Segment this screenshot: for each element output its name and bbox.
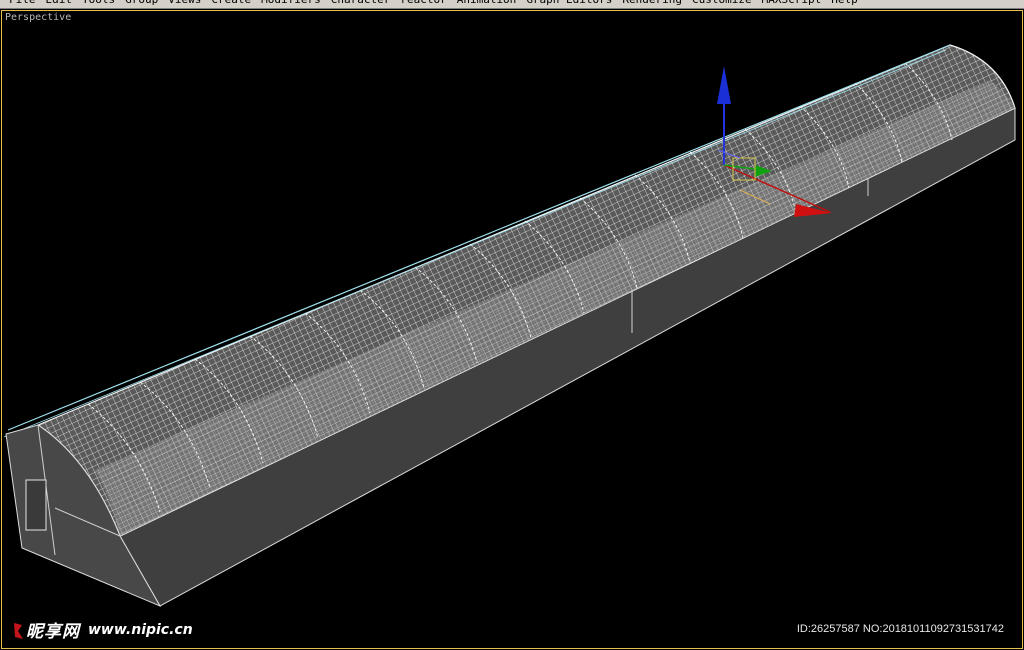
- gizmo-z-arrow-icon[interactable]: [717, 66, 731, 104]
- watermark-brand: 昵享网: [26, 622, 80, 642]
- nipic-logo-icon: [12, 621, 24, 639]
- greenhouse-roof-lower-strip: [95, 80, 1015, 536]
- watermark-image-id: ID:26257587 NO:20181011092731531742: [796, 623, 1004, 635]
- watermark-url: www.nipic.cn: [88, 621, 193, 638]
- greenhouse-wireframe-scene[interactable]: [0, 0, 1024, 650]
- greenhouse-door: [25, 479, 47, 531]
- watermark-logo: 昵享网 www.nipic.cn: [12, 617, 193, 642]
- max-application: FileEditToolsGroupViewsCreateModifiersCh…: [0, 0, 1024, 650]
